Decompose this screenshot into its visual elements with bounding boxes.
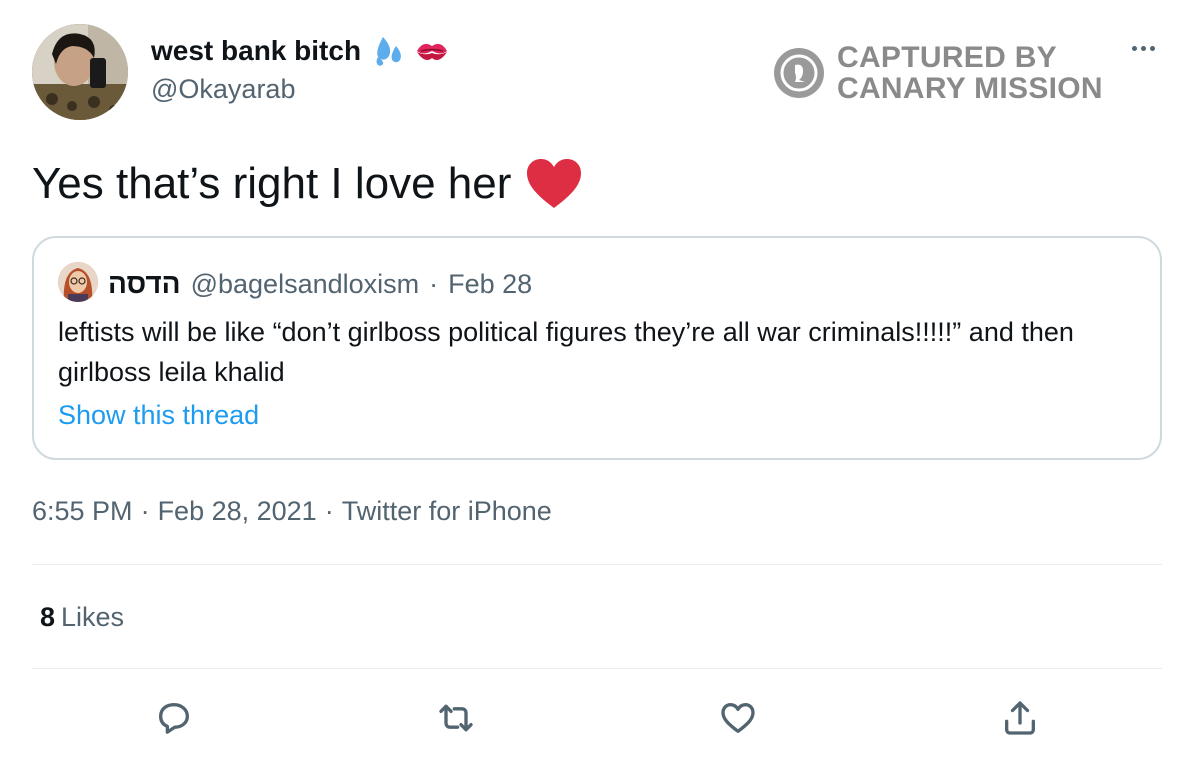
tweet-source[interactable]: Twitter for iPhone (342, 496, 552, 527)
retweet-icon (439, 704, 473, 732)
sweat-droplets-icon (376, 37, 401, 66)
quoted-tweet-header: הדסה @bagelsandloxism · Feb 28 (108, 268, 532, 300)
more-dot-icon (1140, 45, 1146, 51)
tweet-text: Yes that’s right I love her (32, 154, 583, 214)
quoted-tweet-card[interactable]: הדסה @bagelsandloxism · Feb 28 leftists … (32, 236, 1162, 460)
meta-separator: · (324, 496, 334, 526)
quoted-author-avatar[interactable] (58, 262, 98, 302)
author-display-name[interactable]: west bank bitch (151, 34, 449, 68)
quoted-author-name[interactable]: הדסה (108, 268, 181, 300)
reply-icon (159, 703, 189, 734)
likes-stat[interactable]: 8 Likes (40, 602, 124, 633)
tweet-page: west bank bitch @Okayarab CAPTURED BY CA… (0, 0, 1188, 766)
tweet-date[interactable]: Feb 28, 2021 (158, 496, 317, 527)
author-name-text: west bank bitch (151, 35, 362, 66)
tweet-time[interactable]: 6:55 PM (32, 496, 133, 527)
watermark-line2: CANARY MISSION (837, 72, 1103, 105)
more-options-button[interactable] (1126, 36, 1160, 60)
reply-button[interactable] (152, 696, 196, 740)
quoted-avatar-photo (58, 262, 98, 302)
divider (32, 668, 1162, 669)
canary-logo-icon (774, 48, 824, 98)
retweet-button[interactable] (434, 696, 478, 740)
red-heart-icon (527, 159, 582, 208)
more-dot-icon (1131, 45, 1137, 51)
watermark-line1: CAPTURED BY (837, 41, 1057, 74)
divider (32, 564, 1162, 565)
like-icon (721, 703, 755, 733)
kiss-mark-icon (417, 43, 448, 60)
meta-separator: · (140, 496, 150, 526)
author-avatar[interactable] (32, 24, 128, 120)
like-button[interactable] (716, 696, 760, 740)
watermark-text: CAPTURED BY CANARY MISSION (837, 42, 1103, 104)
likes-label: Likes (61, 602, 125, 632)
tweet-meta: 6:55 PM · Feb 28, 2021 · Twitter for iPh… (32, 496, 552, 527)
share-icon (1005, 701, 1035, 735)
tweet-text-content: Yes that’s right I love her (32, 159, 512, 208)
canary-mission-watermark: CAPTURED BY CANARY MISSION (773, 42, 1103, 104)
quoted-author-handle[interactable]: @bagelsandloxism (191, 269, 420, 300)
likes-count: 8 (40, 602, 56, 632)
quoted-date[interactable]: Feb 28 (448, 269, 532, 300)
share-button[interactable] (998, 696, 1042, 740)
avatar-photo (32, 24, 128, 120)
show-thread-link[interactable]: Show this thread (58, 400, 259, 431)
quoted-tweet-body: leftists will be like “don’t girlboss po… (58, 317, 1074, 387)
quoted-separator: · (429, 268, 439, 299)
more-dot-icon (1149, 45, 1155, 51)
author-handle[interactable]: @Okayarab (151, 74, 295, 105)
